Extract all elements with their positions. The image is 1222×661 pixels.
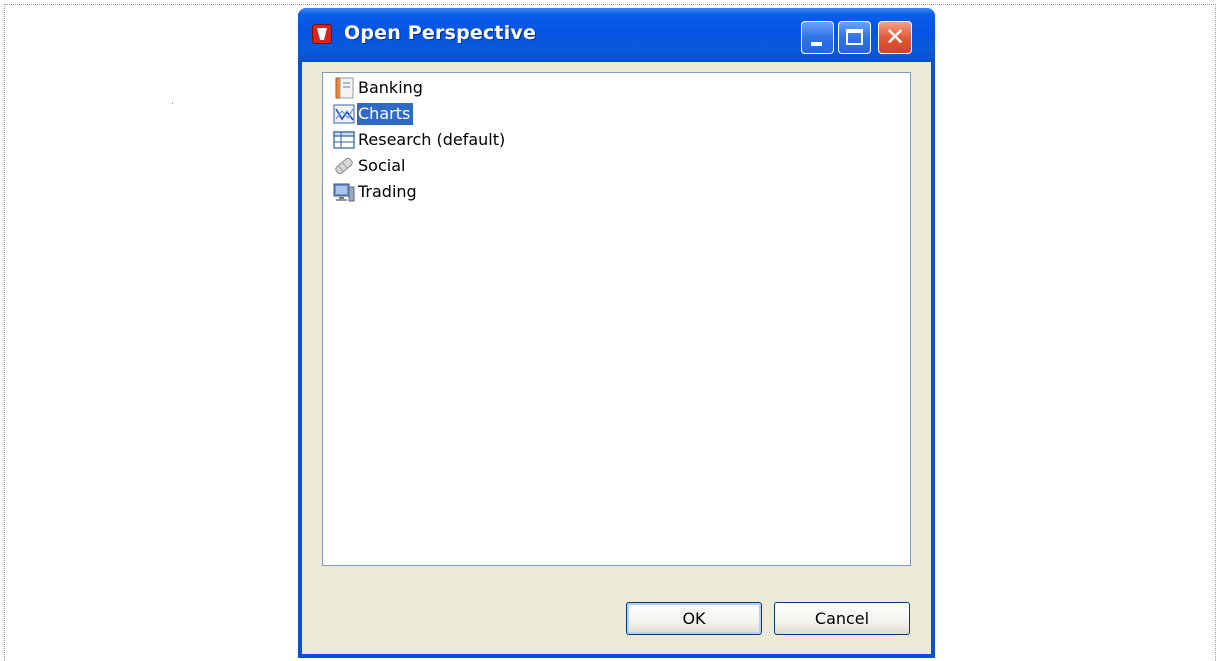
maximize-icon	[846, 29, 863, 45]
list-item-banking[interactable]: Banking	[333, 76, 426, 100]
close-button[interactable]: ✕	[878, 21, 912, 54]
close-icon: ✕	[884, 23, 906, 51]
list-item-label: Trading	[358, 182, 417, 201]
minimize-button[interactable]	[801, 21, 834, 54]
list-item-charts[interactable]: Charts	[333, 102, 414, 126]
list-item-trading[interactable]: Trading	[333, 180, 420, 204]
social-icon	[333, 155, 355, 177]
open-perspective-dialog: Open Perspective ✕ Banking Charts Resear…	[298, 8, 935, 658]
list-item-label: Research (default)	[358, 130, 506, 149]
maximize-button[interactable]	[838, 21, 871, 54]
ok-button[interactable]: OK	[626, 602, 762, 635]
list-item-label: Social	[358, 156, 406, 175]
banking-icon	[333, 77, 355, 99]
cancel-button[interactable]: Cancel	[774, 602, 910, 635]
trading-icon	[333, 181, 355, 203]
list-item-label: Banking	[358, 78, 423, 97]
minimize-icon	[811, 42, 822, 46]
list-item-social[interactable]: Social	[333, 154, 408, 178]
list-item-label: Charts	[357, 103, 414, 125]
app-icon	[312, 24, 332, 44]
research-icon	[333, 129, 355, 151]
dialog-body: Banking Charts Research (default) Social…	[302, 62, 931, 654]
dialog-title: Open Perspective	[344, 22, 537, 44]
title-bar[interactable]: Open Perspective ✕	[298, 8, 935, 62]
stray-dot	[172, 103, 173, 104]
perspective-list[interactable]: Banking Charts Research (default) Social…	[322, 72, 911, 566]
charts-icon	[333, 103, 355, 125]
list-item-research[interactable]: Research (default)	[333, 128, 508, 152]
